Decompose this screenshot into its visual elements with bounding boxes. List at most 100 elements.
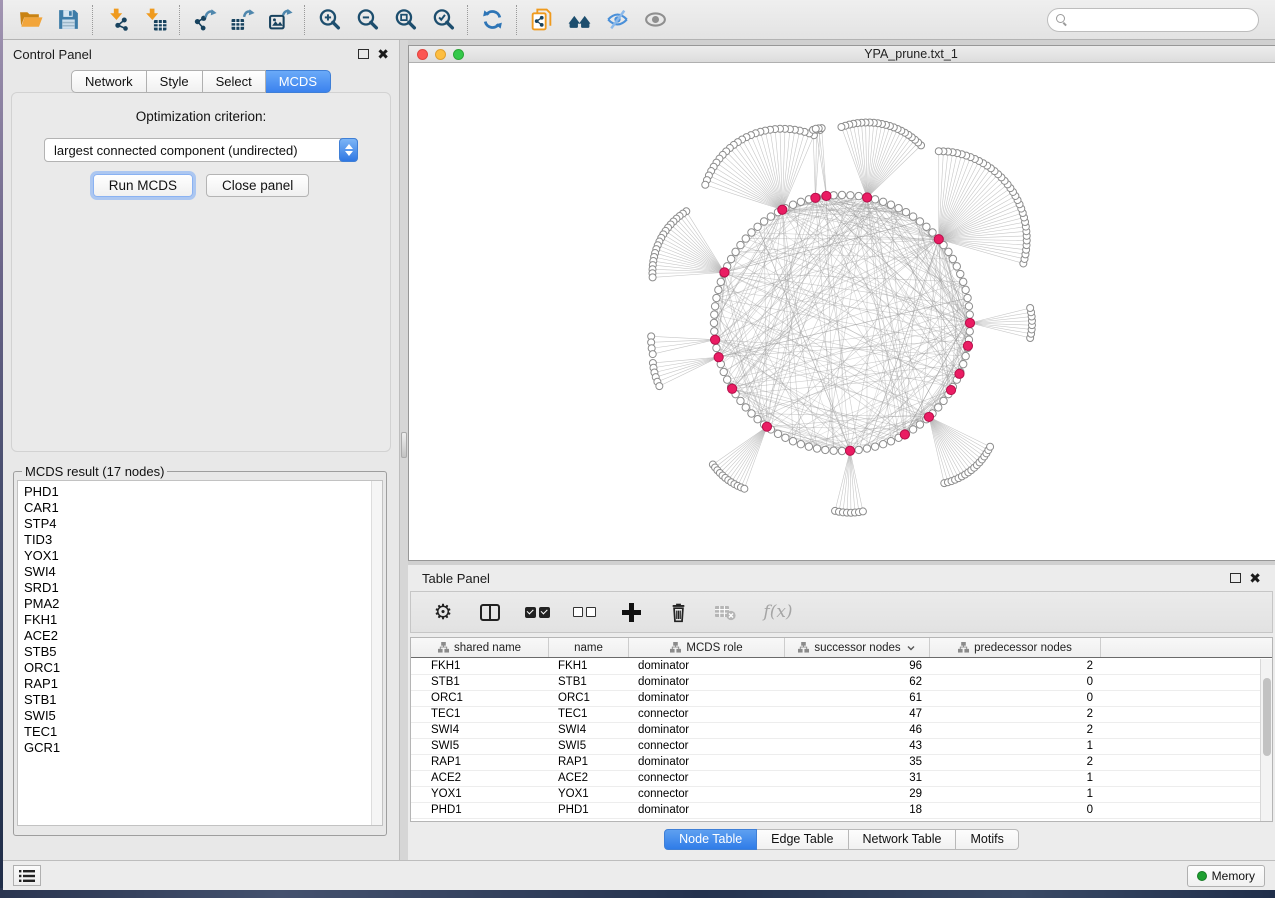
- table-row[interactable]: ORC1ORC1dominator610: [411, 691, 1260, 707]
- mcds-result-item[interactable]: RAP1: [24, 676, 382, 692]
- cytoscape-window: Control Panel ✖ NetworkStyleSelectMCDS O…: [3, 0, 1275, 890]
- cell-predecessor-nodes: 1: [930, 739, 1101, 754]
- mcds-result-item[interactable]: TEC1: [24, 724, 382, 740]
- cell-shared-name: TEC1: [411, 707, 549, 722]
- export-image-button[interactable]: [261, 3, 299, 37]
- binoculars-icon: [567, 7, 592, 32]
- zoom-out-button[interactable]: [348, 3, 386, 37]
- table-panel-title: Table Panel: [422, 571, 490, 586]
- close-table-panel-button[interactable]: ✖: [1249, 573, 1261, 583]
- mcds-result-item[interactable]: ORC1: [24, 660, 382, 676]
- network-window-titlebar: YPA_prune.txt_1: [409, 46, 1275, 63]
- memory-button[interactable]: Memory: [1187, 865, 1265, 887]
- zoom-selected-button[interactable]: [424, 3, 462, 37]
- refresh-view-button[interactable]: [473, 3, 511, 37]
- show-columns-button[interactable]: [478, 600, 502, 624]
- mcds-result-item[interactable]: STB5: [24, 644, 382, 660]
- export-table-button[interactable]: [223, 3, 261, 37]
- window-maximize-icon[interactable]: [453, 49, 464, 60]
- tab-style[interactable]: Style: [147, 70, 203, 93]
- mcds-result-item[interactable]: TID3: [24, 532, 382, 548]
- import-network-button[interactable]: [98, 3, 136, 37]
- mcds-result-item[interactable]: SWI5: [24, 708, 382, 724]
- cell-MCDS-role: connector: [629, 787, 785, 802]
- close-panel-button[interactable]: ✖: [377, 49, 389, 59]
- window-close-icon[interactable]: [417, 49, 428, 60]
- import-table-button[interactable]: [136, 3, 174, 37]
- column-header-MCDS-role[interactable]: MCDS role: [629, 638, 785, 657]
- mcds-result-item[interactable]: GCR1: [24, 740, 382, 756]
- column-header-name[interactable]: name: [549, 638, 629, 657]
- table-row[interactable]: SWI4SWI4dominator462: [411, 723, 1260, 739]
- table-row[interactable]: SWI5SWI5connector431: [411, 739, 1260, 755]
- zoom-fit-button[interactable]: [386, 3, 424, 37]
- delete-column-button[interactable]: [666, 600, 690, 624]
- main-toolbar: [3, 0, 1275, 40]
- table-settings-button[interactable]: ⚙: [431, 600, 455, 624]
- mcds-result-group: MCDS result (17 nodes) PHD1CAR1STP4TID3Y…: [13, 464, 387, 836]
- column-header-successor-nodes[interactable]: successor nodes: [785, 638, 930, 657]
- tab-network-table[interactable]: Network Table: [849, 829, 957, 850]
- zoom-in-button[interactable]: [310, 3, 348, 37]
- column-header-predecessor-nodes[interactable]: predecessor nodes: [930, 638, 1101, 657]
- mcds-result-item[interactable]: STP4: [24, 516, 382, 532]
- mcds-result-item[interactable]: YOX1: [24, 548, 382, 564]
- mcds-result-item[interactable]: ACE2: [24, 628, 382, 644]
- search-input[interactable]: [1072, 13, 1250, 27]
- float-table-panel-button[interactable]: [1230, 573, 1241, 583]
- mcds-result-item[interactable]: FKH1: [24, 612, 382, 628]
- memory-label: Memory: [1212, 869, 1255, 883]
- optimization-criterion-select[interactable]: largest connected component (undirected): [44, 138, 358, 162]
- add-column-button[interactable]: [619, 600, 643, 624]
- run-mcds-button[interactable]: Run MCDS: [93, 174, 193, 197]
- mcds-list-scrollbar[interactable]: [371, 481, 382, 825]
- tab-edge-table[interactable]: Edge Table: [757, 829, 848, 850]
- table-row[interactable]: FKH1FKH1dominator962: [411, 659, 1260, 675]
- tab-mcds[interactable]: MCDS: [266, 70, 331, 93]
- panel-splitter[interactable]: [400, 40, 408, 860]
- float-panel-button[interactable]: [358, 49, 369, 59]
- cell-predecessor-nodes: 1: [930, 787, 1101, 802]
- table-row[interactable]: YOX1YOX1connector291: [411, 787, 1260, 803]
- mcds-result-item[interactable]: PMA2: [24, 596, 382, 612]
- tab-motifs[interactable]: Motifs: [956, 829, 1018, 850]
- tab-node-table[interactable]: Node Table: [664, 829, 757, 850]
- cell-shared-name: PHD1: [411, 803, 549, 818]
- network-canvas[interactable]: [409, 63, 1275, 560]
- column-header-shared-name[interactable]: shared name: [411, 638, 549, 657]
- delete-table-icon: [713, 600, 737, 624]
- tab-network[interactable]: Network: [71, 70, 147, 93]
- node-table: shared namenameMCDS rolesuccessor nodesp…: [410, 637, 1273, 822]
- unselect-all-button[interactable]: [572, 600, 596, 624]
- cell-successor-nodes: 96: [785, 659, 930, 674]
- table-row[interactable]: TEC1TEC1connector472: [411, 707, 1260, 723]
- mcds-result-item[interactable]: STB1: [24, 692, 382, 708]
- table-row[interactable]: PHD1PHD1dominator180: [411, 803, 1260, 819]
- open-session-button[interactable]: [11, 3, 49, 37]
- scrollbar-thumb[interactable]: [1263, 678, 1271, 756]
- mcds-result-item[interactable]: CAR1: [24, 500, 382, 516]
- table-row[interactable]: ACE2ACE2connector311: [411, 771, 1260, 787]
- clone-network-button[interactable]: [522, 3, 560, 37]
- table-row[interactable]: STB1STB1dominator620: [411, 675, 1260, 691]
- cell-name: FKH1: [549, 659, 629, 674]
- window-minimize-icon[interactable]: [435, 49, 446, 60]
- save-session-button[interactable]: [49, 3, 87, 37]
- export-network-button[interactable]: [185, 3, 223, 37]
- column-header-filler: [1101, 638, 1272, 657]
- hide-selected-button[interactable]: [598, 3, 636, 37]
- show-all-button[interactable]: [636, 3, 674, 37]
- task-history-button[interactable]: [13, 865, 41, 886]
- tab-select[interactable]: Select: [203, 70, 266, 93]
- mcds-result-item[interactable]: SRD1: [24, 580, 382, 596]
- table-scrollbar[interactable]: [1260, 659, 1272, 821]
- mcds-result-item[interactable]: SWI4: [24, 564, 382, 580]
- table-header: shared namenameMCDS rolesuccessor nodesp…: [411, 638, 1272, 658]
- search-box[interactable]: [1047, 8, 1259, 32]
- table-row[interactable]: RAP1RAP1dominator352: [411, 755, 1260, 771]
- select-all-button[interactable]: [525, 600, 549, 624]
- close-panel-button-secondary[interactable]: Close panel: [206, 174, 309, 197]
- network-window-title: YPA_prune.txt_1: [409, 47, 1275, 61]
- mcds-result-item[interactable]: PHD1: [24, 484, 382, 500]
- first-neighbors-button[interactable]: [560, 3, 598, 37]
